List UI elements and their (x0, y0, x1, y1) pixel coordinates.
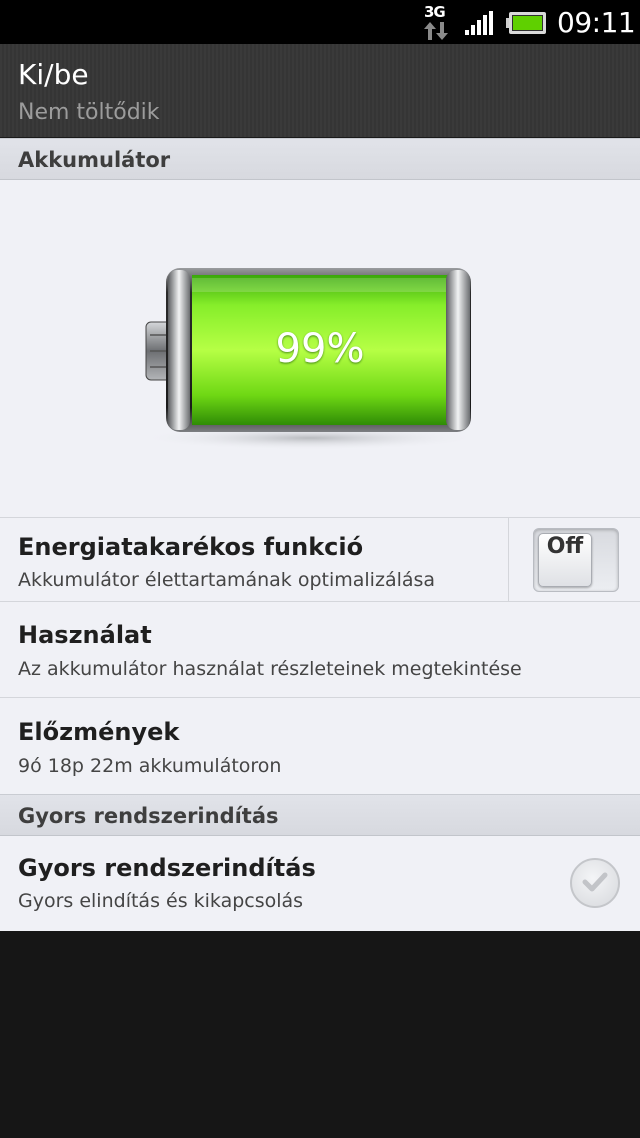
row-title: Energiatakarékos funkció (18, 533, 364, 561)
updown-arrows-icon (424, 22, 448, 40)
fast-boot-checkbox[interactable] (570, 858, 620, 908)
row-subtitle: Az akkumulátor használat részleteinek me… (18, 658, 522, 680)
section-title: Akkumulátor (18, 148, 171, 172)
section-header-battery: Akkumulátor (0, 138, 640, 180)
section-header-fast-boot: Gyors rendszerindítás (0, 794, 640, 836)
section-title: Gyors rendszerindítás (18, 804, 279, 828)
battery-percent: 99% (275, 326, 365, 372)
title-bar: Ki/be Nem töltődik (0, 44, 640, 138)
history-row[interactable]: Előzmények 9ó 18p 22m akkumulátoron (0, 697, 640, 794)
battery-icon (506, 12, 546, 34)
clock: 09:11 (557, 6, 636, 39)
settings-list: Akkumulátor 99% Energiatakarékos funkció… (0, 138, 640, 931)
row-title: Előzmények (18, 718, 180, 746)
power-saver-toggle[interactable]: Off (533, 528, 619, 592)
page-subtitle: Nem töltődik (18, 100, 160, 125)
checkmark-icon (582, 872, 608, 892)
network-indicator: 3G (422, 3, 450, 41)
signal-bars-icon (465, 11, 493, 35)
empty-background (0, 931, 640, 1138)
power-saver-row[interactable]: Energiatakarékos funkció Akkumulátor éle… (0, 517, 640, 602)
battery-status-panel: 99% (0, 180, 640, 517)
power-saver-toggle-area: Off (508, 518, 640, 602)
row-subtitle: Gyors elindítás és kikapcsolás (18, 890, 304, 912)
row-subtitle: Akkumulátor élettartamának optimalizálás… (18, 569, 436, 591)
network-type-label: 3G (424, 3, 446, 21)
row-title: Használat (18, 621, 152, 649)
page-title: Ki/be (18, 58, 89, 91)
row-title: Gyors rendszerindítás (18, 854, 316, 882)
usage-row[interactable]: Használat Az akkumulátor használat részl… (0, 601, 640, 697)
fast-boot-row[interactable]: Gyors rendszerindítás Gyors elindítás és… (0, 836, 640, 931)
row-subtitle: 9ó 18p 22m akkumulátoron (18, 755, 282, 777)
status-bar: 3G 09:11 (0, 0, 640, 44)
toggle-knob: Off (538, 533, 592, 587)
